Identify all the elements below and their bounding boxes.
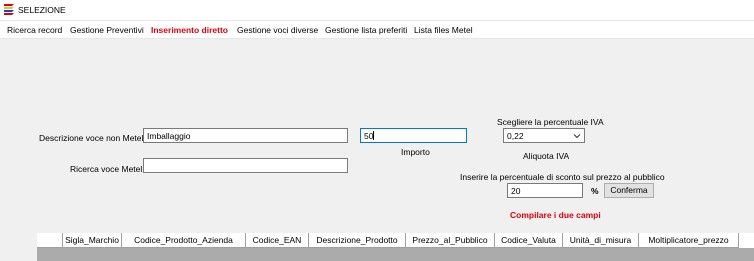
- iva-selected-value: 0,22: [507, 131, 524, 141]
- ricerca-input[interactable]: [143, 158, 348, 173]
- text-caret: [373, 131, 375, 140]
- title-bar: SELEZIONE: [0, 0, 754, 21]
- menu-bar: Ricerca record Gestione Preventivi Inser…: [0, 21, 754, 39]
- window-title: SELEZIONE: [18, 5, 66, 15]
- menu-item-ricerca-record[interactable]: Ricerca record: [7, 25, 62, 35]
- column-header-codice-prodotto-azienda[interactable]: Codice_Prodotto_Azienda: [122, 233, 246, 248]
- descrizione-value: Imballaggio: [147, 131, 191, 141]
- importo-value: 50: [364, 131, 374, 141]
- column-header-moltiplicatore-prezzo[interactable]: Moltiplicatore_prezzo: [639, 233, 739, 248]
- warning-message: Compilare i due campi: [510, 210, 601, 220]
- grid-header: Sigla_Marchio Codice_Prodotto_Azienda Co…: [37, 233, 754, 248]
- column-header-descrizione-prodotto[interactable]: Descrizione_Prodotto: [309, 233, 406, 248]
- column-header-codice-valuta[interactable]: Codice_Valuta: [495, 233, 563, 248]
- column-header-codice-ean[interactable]: Codice_EAN: [246, 233, 309, 248]
- column-header-unita-di-misura[interactable]: Unità_di_misura: [563, 233, 639, 248]
- descrizione-label: Descrizione voce non Metel: [39, 133, 144, 143]
- column-header-prezzo-al-pubblico[interactable]: Prezzo_al_Pubblico: [406, 233, 495, 248]
- descrizione-input[interactable]: Imballaggio: [143, 128, 348, 143]
- sconto-value: 20: [511, 186, 521, 196]
- ricerca-label: Ricerca voce Metel: [70, 164, 143, 174]
- sconto-label: Inserire la percentuale di sconto sul pr…: [460, 172, 665, 182]
- importo-input[interactable]: 50: [360, 128, 467, 143]
- column-header-sigla-marchio[interactable]: Sigla_Marchio: [63, 233, 122, 248]
- menu-item-lista-files-metel[interactable]: Lista files Metel: [414, 25, 473, 35]
- percent-symbol: %: [591, 186, 599, 196]
- conferma-button[interactable]: Conferma: [604, 183, 654, 198]
- chevron-down-icon: [573, 134, 581, 139]
- sconto-input[interactable]: 20: [507, 183, 583, 198]
- data-grid[interactable]: Sigla_Marchio Codice_Prodotto_Azienda Co…: [37, 233, 754, 261]
- aliquota-label: Aliquota IVA: [523, 151, 570, 161]
- menu-item-gestione-voci-diverse[interactable]: Gestione voci diverse: [237, 25, 318, 35]
- app-stripes-icon: [4, 4, 14, 15]
- iva-label: Scegliere la percentuale IVA: [497, 117, 604, 127]
- menu-item-inserimento-diretto[interactable]: Inserimento diretto: [151, 25, 228, 35]
- grid-corner-cell[interactable]: [37, 233, 63, 248]
- importo-label: Importo: [401, 147, 430, 157]
- menu-item-gestione-preventivi[interactable]: Gestione Preventivi: [70, 25, 144, 35]
- menu-item-gestione-lista-preferiti[interactable]: Gestione lista preferiti: [325, 25, 407, 35]
- iva-select[interactable]: 0,22: [503, 128, 585, 143]
